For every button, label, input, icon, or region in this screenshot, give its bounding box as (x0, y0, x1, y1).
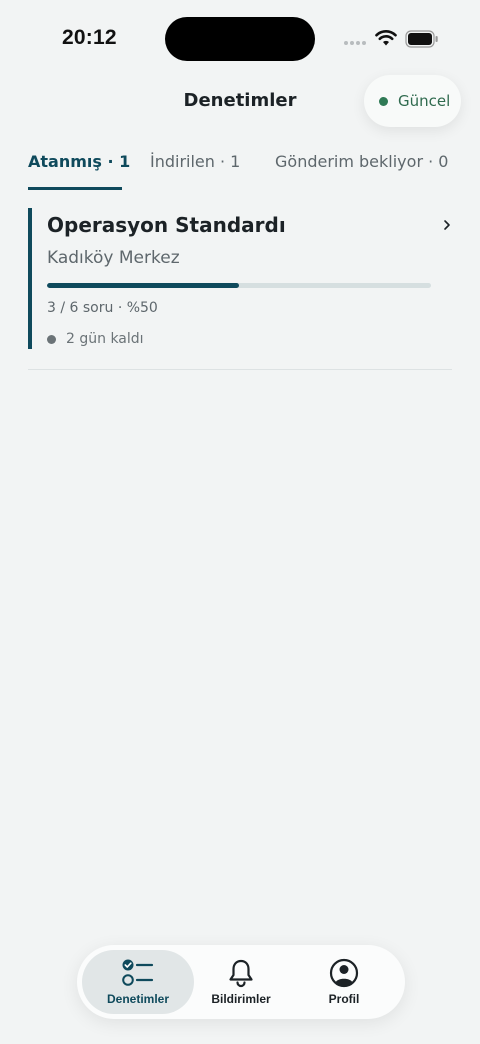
sync-status-badge[interactable]: Güncel (364, 75, 461, 127)
nav-label-profile: Profil (328, 992, 360, 1006)
nav-label-audits: Denetimler (106, 992, 170, 1006)
tab-downloaded[interactable]: İndirilen · 1 (150, 152, 240, 190)
tab-bar: Atanmış · 1 İndirilen · 1 Gönderim bekli… (0, 152, 480, 192)
deadline-text: 2 gün kaldı (66, 331, 144, 347)
bell-icon (229, 959, 253, 988)
battery-icon (405, 30, 438, 48)
audit-card[interactable]: Operasyon Standardı Kadıköy Merkez 3 / 6… (28, 208, 452, 349)
active-tab-indicator (28, 187, 122, 190)
deadline-dot-icon (47, 334, 56, 344)
audit-deadline: 2 gün kaldı (47, 331, 144, 347)
audit-progress-fill (47, 283, 239, 288)
nav-item-profile[interactable]: Profil (288, 950, 400, 1014)
wifi-icon (375, 30, 397, 46)
audit-location: Kadıköy Merkez (47, 248, 180, 268)
dynamic-island (165, 17, 315, 61)
cellular-dots-icon (344, 41, 366, 45)
chevron-right-icon (444, 220, 450, 230)
tab-pending-submission[interactable]: Gönderim bekliyor · 0 (275, 152, 448, 190)
audit-progress-bar (47, 283, 431, 288)
checklist-icon (122, 959, 154, 986)
nav-item-notifications[interactable]: Bildirimler (185, 950, 297, 1014)
sync-status-label: Güncel (398, 92, 451, 110)
nav-label-notifications: Bildirimler (211, 992, 271, 1006)
profile-icon (329, 958, 359, 988)
tab-assigned[interactable]: Atanmış · 1 (28, 152, 130, 190)
card-divider (28, 369, 452, 370)
bottom-nav: Denetimler Bildirimler Profil (77, 945, 405, 1019)
status-time: 20:12 (62, 26, 117, 49)
status-bar: 20:12 (0, 0, 480, 80)
audit-title: Operasyon Standardı (47, 213, 286, 237)
nav-item-audits[interactable]: Denetimler (82, 950, 194, 1014)
audit-progress-text: 3 / 6 soru · %50 (47, 300, 158, 316)
sync-status-dot (379, 96, 388, 106)
